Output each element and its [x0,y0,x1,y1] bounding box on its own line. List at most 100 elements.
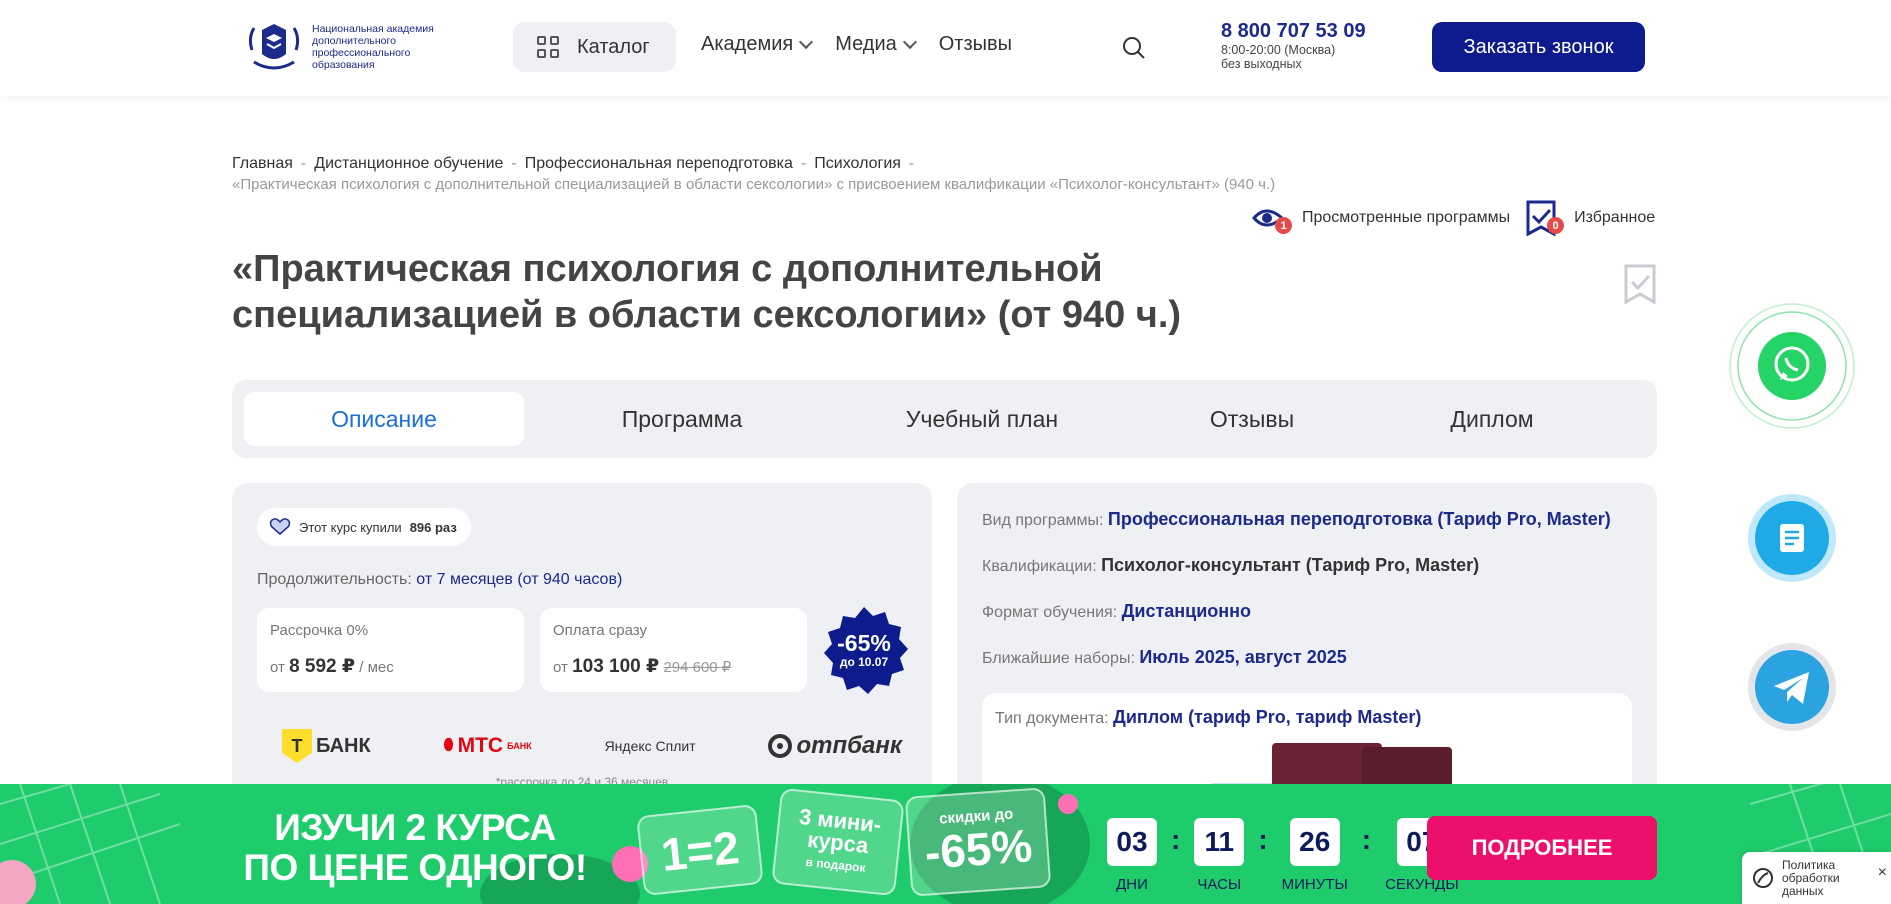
favorites-icon[interactable]: 0 [1524,200,1565,237]
contact-block: 8 800 707 53 09 8:00-20:00 (Москва) без … [1221,20,1366,71]
policy-line3: данных [1782,883,1824,898]
old-price: 294 600 ₽ [663,659,732,676]
duration-value: от 7 месяцев (от 940 часов) [416,571,623,588]
breadcrumb-psychology[interactable]: Психология [814,155,901,173]
breadcrumb-home[interactable]: Главная [232,155,293,173]
timer-hours: 11 ЧАСЫ [1194,818,1245,893]
nav-academy[interactable]: Академия [701,33,814,56]
yandex-split-logo[interactable]: Яндекс Сплит [605,738,696,754]
document-form-button[interactable] [1747,493,1837,583]
installment-label: Рассрочка 0% [270,622,369,639]
qualification-label: Квалификации: [982,558,1097,575]
tab-diploma[interactable]: Диплом [1402,392,1582,446]
grid-icon [537,36,559,58]
promo-card-1eq2: 1=2 [636,803,764,897]
tab-curriculum[interactable]: Учебный план [862,392,1102,446]
countdown-timer: 03 ДНИ : 11 ЧАСЫ : 26 МИНУТЫ : 07 СЕКУНД… [1107,818,1459,893]
full-price: 103 100 ₽ [572,656,660,677]
program-type-label: Вид программы: [982,512,1104,529]
add-favorite-icon[interactable] [1624,264,1656,304]
timer-days: 03 ДНИ [1107,818,1157,893]
promo-card-mini-courses: 3 мини- курса в подарок [771,787,905,897]
bought-count: 896 раз [409,519,457,535]
format-label: Формат обучения: [982,604,1118,621]
privacy-policy-popup[interactable]: Политика обработки данных × [1742,852,1891,904]
whatsapp-button[interactable] [1728,302,1856,430]
installment-price-line: от 8 592 ₽ / мес [270,655,511,678]
promo-more-button[interactable]: ПОДРОБНЕЕ [1427,816,1657,880]
order-call-button[interactable]: Заказать звонок [1432,22,1645,72]
logo[interactable]: Национальная академия дополнительного пр… [244,20,442,74]
nav-media[interactable]: Медиа [835,33,917,56]
timer-hours-value: 11 [1194,818,1245,866]
policy-icon [1753,868,1773,888]
promo-line1: ИЗУЧИ 2 КУРСА [274,807,556,848]
yandex-text: Яндекс Сплит [604,738,696,754]
site-header: Национальная академия дополнительного пр… [0,0,1891,96]
timer-minutes-label: МИНУТЫ [1281,876,1348,893]
qualification-row: Квалификации: Психолог-консультант (Тари… [982,555,1479,576]
full-payment-label: Оплата сразу [553,622,647,639]
promo-discount-line2: -65% [923,819,1034,879]
bank-logos: Т БАНК ⬮ МТС БАНК Яндекс Сплит отпбанк [282,729,902,763]
policy-line2: обработки [1782,870,1840,885]
favorites-link[interactable]: Избранное [1574,209,1655,227]
discount-badge: -65% до 10.07 [820,631,908,669]
tbank-shield-icon: Т [282,729,312,763]
phone-number[interactable]: 8 800 707 53 09 [1221,20,1366,43]
timer-minutes-value: 26 [1289,818,1340,866]
tab-description[interactable]: Описание [244,392,524,446]
chevron-down-icon [799,34,814,49]
viewed-count: 1 [1275,217,1292,234]
timer-hours-label: ЧАСЫ [1197,876,1242,893]
mts-bank-logo[interactable]: ⬮ МТС БАНК [444,734,532,758]
full-price-line: от 103 100 ₽ 294 600 ₽ [553,655,794,678]
breadcrumb-distance[interactable]: Дистанционное обучение [314,155,503,173]
timer-days-label: ДНИ [1116,876,1148,893]
catalog-button[interactable]: Каталог [513,22,676,72]
bought-prefix: Этот курс купили [299,519,402,535]
nav-reviews[interactable]: Отзывы [939,33,1012,56]
catalog-label: Каталог [577,35,650,58]
intake-label: Ближайшие наборы: [982,650,1135,667]
installment-box[interactable]: Рассрочка 0% от 8 592 ₽ / мес [257,608,524,692]
duration: Продолжительность: от 7 месяцев (от 940 … [257,571,622,589]
installment-price: 8 592 ₽ [289,656,356,677]
timer-days-value: 03 [1107,818,1157,866]
history-bar: 1 Просмотренные программы 0 Избранное [1252,200,1655,237]
timer-minutes: 26 МИНУТЫ [1282,818,1348,893]
promo-card-discount: скидки до -65% [904,787,1052,897]
close-icon[interactable]: × [1878,865,1887,881]
page-title: «Практическая психология с дополнительно… [232,248,1182,336]
full-payment-box[interactable]: Оплата сразу от 103 100 ₽ 294 600 ₽ [540,608,807,692]
breadcrumb-retraining[interactable]: Профессиональная переподготовка [525,155,793,173]
nav-academy-label: Академия [701,33,794,55]
viewed-programs-link[interactable]: Просмотренные программы [1302,209,1510,227]
tbank-text: БАНК [316,734,371,757]
viewed-programs-icon[interactable]: 1 [1252,200,1292,236]
mts-text: МТС [457,734,504,757]
format-value: Дистанционно [1121,601,1252,621]
nav-media-label: Медиа [835,33,897,55]
otp-bank-logo[interactable]: отпбанк [768,732,902,760]
installment-from: от [270,659,285,676]
policy-line1: Политика [1782,857,1836,872]
nav-reviews-label: Отзывы [938,33,1013,55]
academy-emblem-icon [248,24,300,70]
promo-banner[interactable]: ИЗУЧИ 2 КУРСА ПО ЦЕНЕ ОДНОГО! 1=2 3 мини… [0,784,1891,904]
doc-value: Диплом (тариф Pro, тариф Master) [1113,707,1422,727]
format-row: Формат обучения: Дистанционно [982,601,1251,622]
favorites-count: 0 [1547,217,1565,234]
tab-program[interactable]: Программа [562,392,802,446]
document-type-row: Тип документа: Диплом (тариф Pro, тариф … [995,707,1421,728]
doc-label: Тип документа: [995,710,1109,727]
tbank-logo[interactable]: Т БАНК [282,729,371,763]
telegram-button[interactable] [1747,642,1837,732]
work-days: без выходных [1221,57,1302,71]
breadcrumb: Главная - Дистанционное обучение - Професс… [232,155,915,173]
qualification-value: Психолог-консультант (Тариф Pro, Master) [1101,555,1480,575]
search-icon[interactable] [1122,36,1146,60]
otp-text: отпбанк [796,732,902,759]
program-type-row: Вид программы: Профессиональная переподг… [982,509,1611,530]
tab-reviews[interactable]: Отзывы [1152,392,1352,446]
